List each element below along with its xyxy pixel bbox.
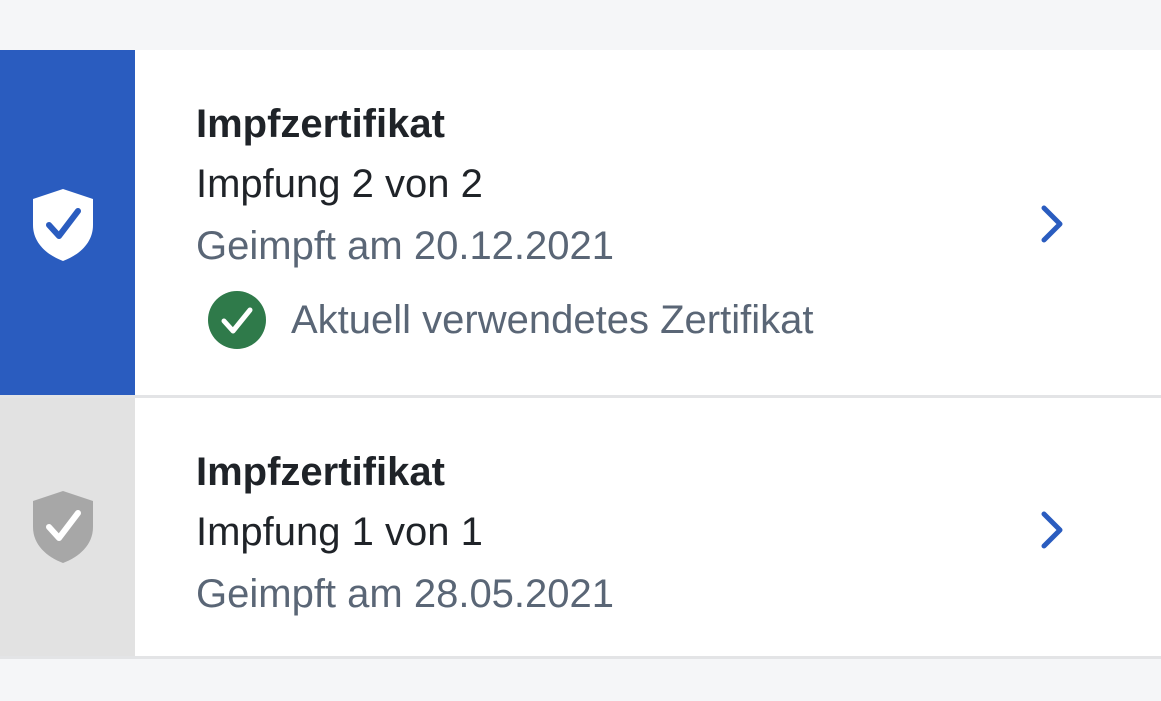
certificate-list: Impfzertifikat Impfung 2 von 2 Geimpft a…	[0, 50, 1161, 659]
certificate-date: Geimpft am 20.12.2021	[196, 224, 615, 268]
certificate-title: Impfzertifikat	[196, 450, 445, 494]
certificate-card-vaccination-2-of-2[interactable]: Impfzertifikat Impfung 2 von 2 Geimpft a…	[0, 50, 1161, 395]
certificate-status-stripe	[0, 398, 135, 656]
certificate-status-stripe	[0, 50, 135, 395]
certificate-card-vaccination-1-of-1[interactable]: Impfzertifikat Impfung 1 von 1 Geimpft a…	[0, 395, 1161, 659]
check-circle-icon	[208, 291, 266, 349]
certificate-details: Impfzertifikat Impfung 1 von 1 Geimpft a…	[196, 446, 614, 622]
shield-check-icon	[33, 189, 93, 261]
certificate-details: Impfzertifikat Impfung 2 von 2 Geimpft a…	[196, 98, 614, 274]
certificate-date: Geimpft am 28.05.2021	[196, 572, 615, 616]
certificate-dose: Impfung 1 von 1	[196, 510, 483, 554]
certificate-dose: Impfung 2 von 2	[196, 162, 483, 206]
certificate-title: Impfzertifikat	[196, 102, 445, 146]
current-certificate-badge: Aktuell verwendetes Zertifikat	[207, 290, 813, 350]
chevron-right-icon	[1041, 205, 1063, 243]
shield-check-icon	[33, 491, 93, 563]
chevron-right-icon	[1041, 511, 1063, 549]
current-certificate-label: Aktuell verwendetes Zertifikat	[291, 297, 814, 342]
